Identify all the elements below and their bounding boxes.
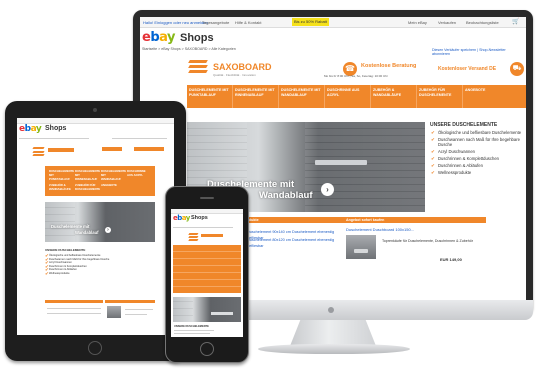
ebay-logo[interactable]: ebay (19, 124, 42, 134)
offer-image[interactable] (107, 306, 121, 318)
hero-next-arrow-icon[interactable]: › (105, 227, 111, 233)
shipping-bar (134, 147, 164, 151)
sidebar-item[interactable]: Acryl Duschwannen (431, 149, 523, 154)
saxoboard-logo-icon (32, 147, 45, 156)
ebay-logo[interactable]: ebay (173, 214, 190, 222)
nav-item-angebote[interactable]: ANGEBOTE (101, 183, 125, 187)
newsletter-link[interactable]: Diesen Verkäufer speichern | Shop-Newsle… (432, 48, 524, 56)
nav-item-duschrinne[interactable]: DUSCHRINNE AUS ACRYL (325, 85, 371, 108)
shipping-note: Kostenloser Versand DE (438, 66, 497, 72)
nav-item-wandablauf[interactable]: DUSCHELEMENTE MIT WANDABLAUF (279, 85, 325, 108)
offer-image[interactable] (346, 235, 376, 259)
nav-item-angebote[interactable]: ANGEBOTE (463, 85, 526, 108)
hero-next-arrow-icon[interactable]: › (321, 183, 334, 196)
monitor-stand (290, 320, 376, 346)
hero-caption-line1: Duschelemente mit (51, 224, 90, 229)
wall-drain-image (315, 160, 367, 165)
shops-title: Shops (45, 125, 67, 132)
hero-banner[interactable]: Duschelemente mit Wandablauf › (45, 202, 155, 242)
shops-title: Shops (180, 32, 214, 44)
tablet-list: Ökologische und befliesbare Duschelement… (45, 254, 125, 275)
nav-item-zubehoer-wandablaeufe[interactable]: ZUBEHÖR & WANDABLÄUFE (49, 183, 73, 191)
list-title: UNSERE DUSCHELEMENTE (174, 325, 209, 328)
camera-icon (93, 108, 97, 112)
category-nav: DUSCHELEMENTE MIT PUNKTABLAUF DUSCHELEME… (187, 85, 526, 108)
nav-item-punktablauf[interactable]: DUSCHELEMENTE MIT PUNKTABLAUF (187, 85, 233, 108)
sell-link[interactable]: Verkaufen (438, 20, 456, 25)
monitor-base (258, 344, 410, 354)
products-header: Produkte (240, 217, 343, 223)
ebay-top-bar: Hallo! Einloggen oder neu anmelden Tages… (140, 17, 526, 28)
nav-item-rinnenablauf[interactable]: DUSCHELEMENTE MIT RINNENABLAUF (75, 169, 100, 181)
help-link[interactable]: Hilfe & Kontakt (235, 20, 261, 25)
brand-name-bar (48, 148, 74, 152)
offer-header-bar (105, 300, 155, 303)
tablet-device: ebay Shops DUSCHELEMENTE MIT PUNKTABLAUF… (5, 101, 186, 361)
offer-title[interactable]: Duschelement Duschboard 100x150... (346, 227, 414, 232)
nav-item-punktablauf[interactable]: DUSCHELEMENTE MIT PUNKTABLAUF (49, 169, 74, 181)
brand-name-bar (201, 234, 223, 237)
apple-logo-icon (328, 307, 334, 313)
tablet-screen: ebay Shops DUSCHELEMENTE MIT PUNKTABLAUF… (17, 118, 174, 335)
sidebar-title: UNSERE DUSCHELEMENTE (430, 122, 498, 128)
consult-hours: Mo bis Fr 8:00 Uhr | Sa, So, Feiertag: 1… (324, 74, 388, 78)
saxoboard-logo-icon (188, 60, 209, 74)
promo-banner[interactable]: Bis zu 50% Rabatt (292, 18, 329, 26)
nav-item-duschrinne[interactable]: DUSCHRINNE AUS ACRYL (127, 169, 151, 177)
signin-link[interactable]: Hallo! Einloggen oder neu anmelden (143, 20, 208, 25)
offer-price: EUR 149,00 (440, 257, 462, 262)
phone-device: ebay Shops UNSERE DUSCHELEMENTE (165, 186, 249, 363)
consult-title: Kostenlose Beratung (361, 63, 417, 69)
nav-item-zubehoer-wandablaeufe[interactable]: ZUBEHÖR & WANDABLÄUFE (371, 85, 417, 108)
ebay-logo[interactable]: ebay (142, 30, 175, 45)
sidebar-item[interactable]: Duschrinnen & Abläufen (431, 163, 523, 168)
list-title: UNSERE DUSCHELEMENTE (45, 248, 86, 252)
truck-icon: ⛟ (510, 62, 524, 76)
offer-header: Angebot sofort kaufen (343, 217, 486, 223)
sidebar-list: Ökologische und befliesbare Duschelement… (431, 130, 523, 177)
consult-bar (102, 147, 122, 151)
watchlist-link[interactable]: Beobachtungsliste (466, 20, 499, 25)
mybay-link[interactable]: Mein eBay (408, 20, 427, 25)
home-button[interactable] (200, 342, 214, 356)
phone-screen: ebay Shops UNSERE DUSCHELEMENTE (171, 209, 243, 337)
sidebar-item[interactable]: Duschwannen nach Maß für Ihre begehbare … (431, 137, 523, 147)
list-item[interactable]: Wellnessprodukte (45, 272, 125, 275)
nav-item-zubehoer[interactable]: ZUBEHÖR FÜR DUSCHELEMENTE (75, 183, 100, 191)
sidebar-item[interactable]: Ökologische und befliesbare Duschelement… (431, 130, 523, 135)
offer-description: Toprenkäufe für Duschelemente, Duschrinn… (382, 239, 473, 243)
hero-banner[interactable] (173, 297, 241, 322)
nav-item-wandablauf[interactable]: DUSCHELEMENTE MIT WANDABLAUF (101, 169, 126, 181)
deals-link[interactable]: Tagesangebote (202, 20, 229, 25)
brand-name: SAXOBOARD (213, 62, 272, 72)
nav-item-rinnenablauf[interactable]: DUSCHELEMENTE MIT RINNENABLAUF (233, 85, 279, 108)
nav-item-zubehoer[interactable]: ZUBEHÖR FÜR DUSCHELEMENTE (417, 85, 463, 108)
brand-tagline: Qualität · Flexibilität · Innovation (213, 73, 256, 77)
speaker-grille (200, 197, 214, 199)
product-link[interactable]: Duschelement 80x120 cm Duschelement eben… (247, 237, 343, 249)
hero-caption-line2: Wandablauf (75, 230, 99, 235)
sidebar-item[interactable]: Duschrinnen & Komplettduschen (431, 156, 523, 161)
cart-icon[interactable]: 🛒 (512, 18, 519, 25)
category-nav: DUSCHELEMENTE MIT PUNKTABLAUF DUSCHELEME… (45, 166, 155, 196)
home-button[interactable] (88, 341, 102, 355)
category-nav (173, 245, 241, 293)
hero-caption-line2: Wandablauf (259, 190, 313, 201)
saxoboard-logo-icon (188, 233, 199, 241)
sidebar-item[interactable]: Wellnessprodukte (431, 170, 523, 175)
shops-title: Shops (191, 215, 208, 221)
product-header-bar (45, 300, 103, 303)
breadcrumb[interactable]: Startseite > eBay Shops > SAXOBOARD > Al… (142, 47, 236, 51)
